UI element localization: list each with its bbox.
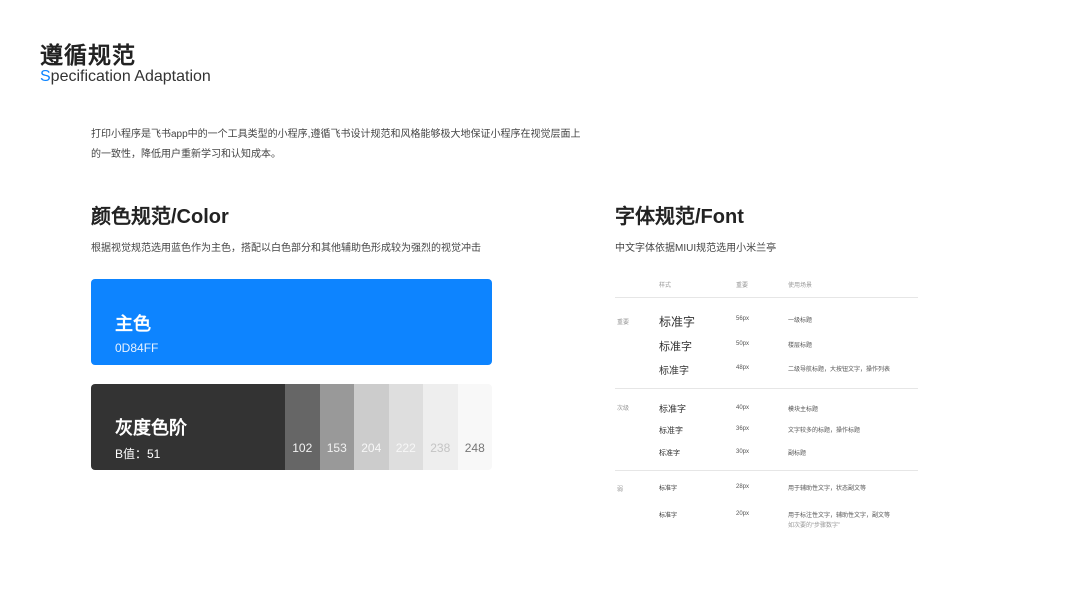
gray-swatch-label: 153 bbox=[326, 441, 347, 455]
primary-color-card: 主色 0D84FF bbox=[91, 279, 492, 365]
color-section-title: 颜色规范/Color bbox=[91, 206, 229, 228]
table-divider bbox=[615, 388, 918, 389]
gray-swatch: 222 bbox=[388, 384, 423, 470]
font-usage-note: 如次要的“步骤数字” bbox=[788, 523, 840, 529]
font-size-value: 20px bbox=[736, 511, 750, 517]
font-category: 弱 bbox=[617, 487, 624, 493]
page-subtitle: Specification Adaptation bbox=[40, 68, 211, 86]
font-usage: 二级导航标题，大按钮文字，操作列表 bbox=[788, 367, 891, 373]
font-size-value: 56px bbox=[736, 316, 750, 322]
font-usage: 用于标注性文字，辅助性文字，副文等 如次要的“步骤数字” bbox=[788, 513, 891, 529]
gray-swatch: 102 bbox=[285, 384, 320, 470]
font-section-subtitle: 中文字体依据MIUI规范选用小米兰亭 bbox=[615, 243, 777, 254]
font-usage: 副标题 bbox=[788, 451, 807, 457]
gray-swatch: 153 bbox=[319, 384, 354, 470]
gray-swatch-label: 204 bbox=[361, 441, 382, 455]
header-usage: 使用场景 bbox=[788, 283, 813, 289]
gray-swatch: 204 bbox=[354, 384, 389, 470]
font-sample: 标准字 bbox=[659, 513, 678, 519]
color-section-subtitle: 根据视觉规范选用蓝色作为主色，搭配以白色部分和其他辅助色形成较为强烈的视觉冲击 bbox=[91, 243, 481, 254]
header-weight: 重要 bbox=[736, 283, 749, 289]
gray-base-value: B值：51 bbox=[115, 447, 161, 461]
subtitle-accent-letter: S bbox=[40, 68, 51, 85]
gray-swatch-label: 238 bbox=[430, 441, 451, 455]
font-size-value: 40px bbox=[736, 405, 750, 411]
font-sample: 标准字 bbox=[659, 486, 678, 492]
gray-swatch: 248 bbox=[457, 384, 492, 470]
font-category: 次级 bbox=[617, 406, 630, 412]
font-category: 重要 bbox=[617, 320, 630, 326]
gray-swatch-label: 222 bbox=[395, 441, 416, 455]
intro-paragraph: 打印小程序是飞书app中的一个工具类型的小程序,遵循飞书设计规范和风格能够极大地… bbox=[91, 129, 581, 160]
table-divider bbox=[615, 297, 918, 298]
font-usage: 一级标题 bbox=[788, 318, 813, 324]
font-sample: 标准字 bbox=[659, 404, 687, 414]
table-divider bbox=[615, 470, 918, 471]
font-sample: 标准字 bbox=[659, 341, 692, 353]
font-size-value: 28px bbox=[736, 484, 750, 490]
font-spec-table: 样式 重要 使用场景 重要 标准字 56px 一级标题 标准字 50px 楼层标题 标准字 48… bbox=[615, 272, 918, 532]
gray-scale-row: 灰度色阶 B值：51 102 153 204 222 238 248 bbox=[91, 384, 492, 470]
font-size-value: 30px bbox=[736, 449, 750, 455]
font-sample: 标准字 bbox=[659, 315, 696, 329]
font-sample: 标准字 bbox=[659, 450, 680, 457]
primary-color-name: 主色 bbox=[115, 314, 151, 334]
font-size-value: 36px bbox=[736, 426, 750, 432]
gray-swatch-list: 102 153 204 222 238 248 bbox=[285, 384, 492, 470]
gray-swatch-label: 248 bbox=[464, 441, 485, 455]
font-size-value: 50px bbox=[736, 341, 750, 347]
font-sample: 标准字 bbox=[659, 366, 689, 377]
primary-color-hex: 0D84FF bbox=[115, 341, 159, 355]
gray-swatch-label: 102 bbox=[292, 441, 313, 455]
page-title: 遵循规范 bbox=[40, 42, 136, 68]
font-size-value: 48px bbox=[736, 365, 750, 371]
font-usage: 模块主标题 bbox=[788, 407, 819, 413]
gray-base-swatch: 灰度色阶 B值：51 bbox=[91, 384, 285, 470]
font-sample: 标准字 bbox=[659, 426, 683, 435]
header-style: 样式 bbox=[659, 283, 672, 289]
gray-scale-name: 灰度色阶 bbox=[115, 418, 187, 438]
gray-swatch: 238 bbox=[423, 384, 458, 470]
font-usage: 文字较多的标题，操作标题 bbox=[788, 428, 861, 434]
font-usage: 楼层标题 bbox=[788, 343, 813, 349]
font-usage: 用于辅助性文字，状态副文等 bbox=[788, 486, 867, 492]
subtitle-rest: pecification Adaptation bbox=[50, 68, 211, 85]
font-section-title: 字体规范/Font bbox=[615, 206, 744, 228]
